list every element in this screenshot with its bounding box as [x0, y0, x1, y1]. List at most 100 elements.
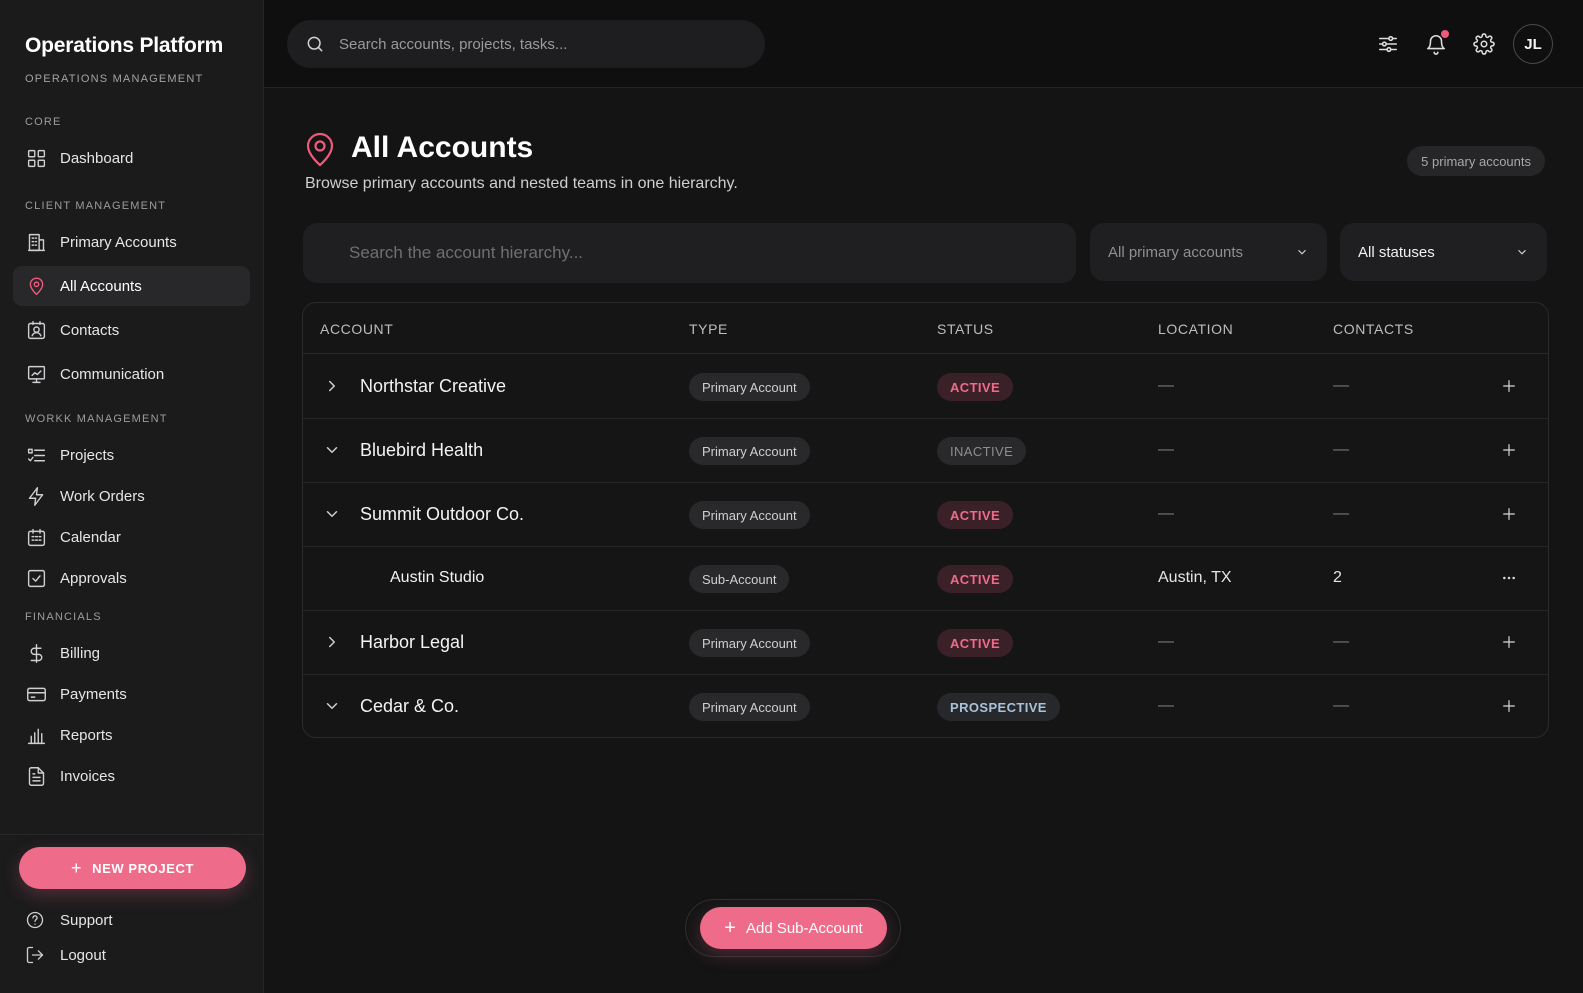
new-project-button[interactable]: + NEW PROJECT: [19, 847, 246, 889]
chevron-right-icon[interactable]: [323, 633, 341, 651]
logout-link[interactable]: Logout: [25, 945, 106, 965]
account-name[interactable]: Summit Outdoor Co.: [360, 504, 524, 525]
table-row[interactable]: Northstar Creative Primary Account ACTIV…: [303, 355, 1548, 419]
contact-card-icon: [25, 319, 47, 341]
plus-icon[interactable]: [1498, 503, 1520, 525]
table-row[interactable]: Harbor Legal Primary Account ACTIVE — —: [303, 611, 1548, 675]
plus-icon[interactable]: [1498, 375, 1520, 397]
support-link[interactable]: Support: [25, 910, 113, 930]
chevron-down-icon[interactable]: [323, 441, 341, 459]
app-title: Operations Platform: [25, 34, 224, 57]
new-project-label: NEW PROJECT: [92, 860, 195, 876]
status-badge: ACTIVE: [937, 629, 1014, 657]
sidebar-item-label: Payments: [60, 685, 127, 703]
section-financials: FINANCIALS: [25, 611, 102, 623]
table-row-sub-account[interactable]: Austin Studio Sub-Account ACTIVE Austin,…: [303, 547, 1548, 611]
page-subtitle: Browse primary accounts and nested teams…: [305, 175, 738, 192]
account-name[interactable]: Austin Studio: [390, 569, 484, 587]
add-sub-account-label: Add Sub-Account: [745, 919, 863, 937]
sidebar-item-calendar[interactable]: Calendar: [13, 517, 250, 557]
plus-icon: +: [70, 858, 83, 878]
credit-card-icon: [25, 683, 47, 705]
chevron-down-icon[interactable]: [323, 505, 341, 523]
avatar[interactable]: JL: [1513, 24, 1553, 64]
account-name[interactable]: Northstar Creative: [360, 376, 506, 397]
sidebar-item-projects[interactable]: Projects: [13, 435, 250, 475]
sidebar-item-billing[interactable]: Billing: [13, 633, 250, 673]
account-name[interactable]: Harbor Legal: [360, 632, 464, 653]
account-name[interactable]: Cedar & Co.: [360, 696, 459, 717]
contacts-cell: —: [1333, 441, 1349, 458]
sidebar-item-label: Communication: [60, 365, 165, 383]
primary-count-badge: 5 primary accounts: [1407, 146, 1545, 176]
notification-dot: [1441, 30, 1449, 38]
plus-icon[interactable]: [1498, 695, 1520, 717]
global-search[interactable]: [287, 20, 765, 68]
chevron-right-icon[interactable]: [323, 377, 341, 395]
bar-chart-icon: [25, 724, 47, 746]
status-badge: INACTIVE: [937, 437, 1027, 465]
sidebar-item-label: Primary Accounts: [60, 233, 177, 251]
sidebar-item-invoices[interactable]: Invoices: [13, 756, 250, 796]
table-row[interactable]: Cedar & Co. Primary Account PROSPECTIVE …: [303, 675, 1548, 737]
sidebar-item-all-accounts[interactable]: All Accounts: [13, 266, 250, 306]
type-badge: Primary Account: [689, 501, 810, 529]
status-filter[interactable]: All statuses: [1340, 223, 1547, 281]
sidebar-item-label: Reports: [60, 726, 113, 744]
logout-icon: [26, 946, 44, 964]
page-title: All Accounts: [351, 131, 534, 164]
sidebar-item-label: Billing: [60, 644, 101, 662]
global-search-input[interactable]: [339, 35, 729, 53]
contacts-cell: 2: [1333, 569, 1342, 586]
account-name[interactable]: Bluebird Health: [360, 440, 483, 461]
accounts-table: ACCOUNT TYPE STATUS LOCATION CONTACTS No…: [302, 302, 1549, 738]
sidebar-item-work-orders[interactable]: Work Orders: [13, 476, 250, 516]
sidebar-item-approvals[interactable]: Approvals: [13, 558, 250, 598]
chevron-down-icon: [1298, 249, 1306, 255]
contacts-cell: —: [1333, 505, 1349, 522]
table-row[interactable]: Bluebird Health Primary Account INACTIVE…: [303, 419, 1548, 483]
status-badge: ACTIVE: [937, 501, 1014, 529]
table-row[interactable]: Summit Outdoor Co. Primary Account ACTIV…: [303, 483, 1548, 547]
bell-icon[interactable]: [1424, 30, 1449, 56]
location-cell: Austin, TX: [1158, 569, 1232, 586]
sidebar-item-reports[interactable]: Reports: [13, 715, 250, 755]
header-location: LOCATION: [1158, 321, 1234, 337]
table-header: ACCOUNT TYPE STATUS LOCATION CONTACTS: [303, 303, 1548, 354]
sidebar-item-dashboard[interactable]: Dashboard: [13, 138, 250, 178]
type-badge: Sub-Account: [689, 565, 790, 593]
lightning-icon: [25, 485, 47, 507]
contacts-cell: —: [1333, 697, 1349, 714]
sidebar-item-payments[interactable]: Payments: [13, 674, 250, 714]
map-pin-icon: [304, 131, 336, 167]
chevron-down-icon: [1518, 249, 1526, 255]
plus-icon[interactable]: [1498, 631, 1520, 653]
type-badge: Primary Account: [689, 373, 810, 401]
sidebar-divider: [0, 834, 264, 835]
sidebar-item-communication[interactable]: Communication: [13, 354, 250, 394]
sidebar: Operations Platform OPERATIONS MANAGEMEN…: [0, 0, 264, 993]
add-sub-account-button[interactable]: + Add Sub-Account: [700, 907, 887, 949]
hierarchy-search-input[interactable]: [303, 223, 1076, 283]
more-horizontal-icon[interactable]: [1498, 567, 1520, 589]
contacts-cell: —: [1333, 633, 1349, 650]
plus-icon[interactable]: [1498, 439, 1520, 461]
calendar-icon: [25, 526, 47, 548]
primary-account-filter[interactable]: All primary accounts: [1090, 223, 1327, 281]
type-badge: Primary Account: [689, 437, 810, 465]
sidebar-item-label: Projects: [60, 446, 115, 464]
gear-icon[interactable]: [1472, 32, 1496, 56]
header-contacts: CONTACTS: [1333, 321, 1414, 337]
location-cell: —: [1158, 441, 1174, 458]
grid-icon: [25, 147, 47, 169]
chevron-down-icon[interactable]: [323, 697, 341, 715]
sidebar-item-contacts[interactable]: Contacts: [13, 310, 250, 350]
sidebar-item-primary-accounts[interactable]: Primary Accounts: [13, 222, 250, 262]
logout-label: Logout: [60, 946, 106, 964]
location-cell: —: [1158, 633, 1174, 650]
section-client-management: CLIENT MANAGEMENT: [25, 200, 167, 212]
status-filter-value: All statuses: [1358, 243, 1435, 261]
filters-icon[interactable]: [1376, 32, 1400, 56]
contacts-cell: —: [1333, 377, 1349, 394]
list-check-icon: [25, 444, 47, 466]
